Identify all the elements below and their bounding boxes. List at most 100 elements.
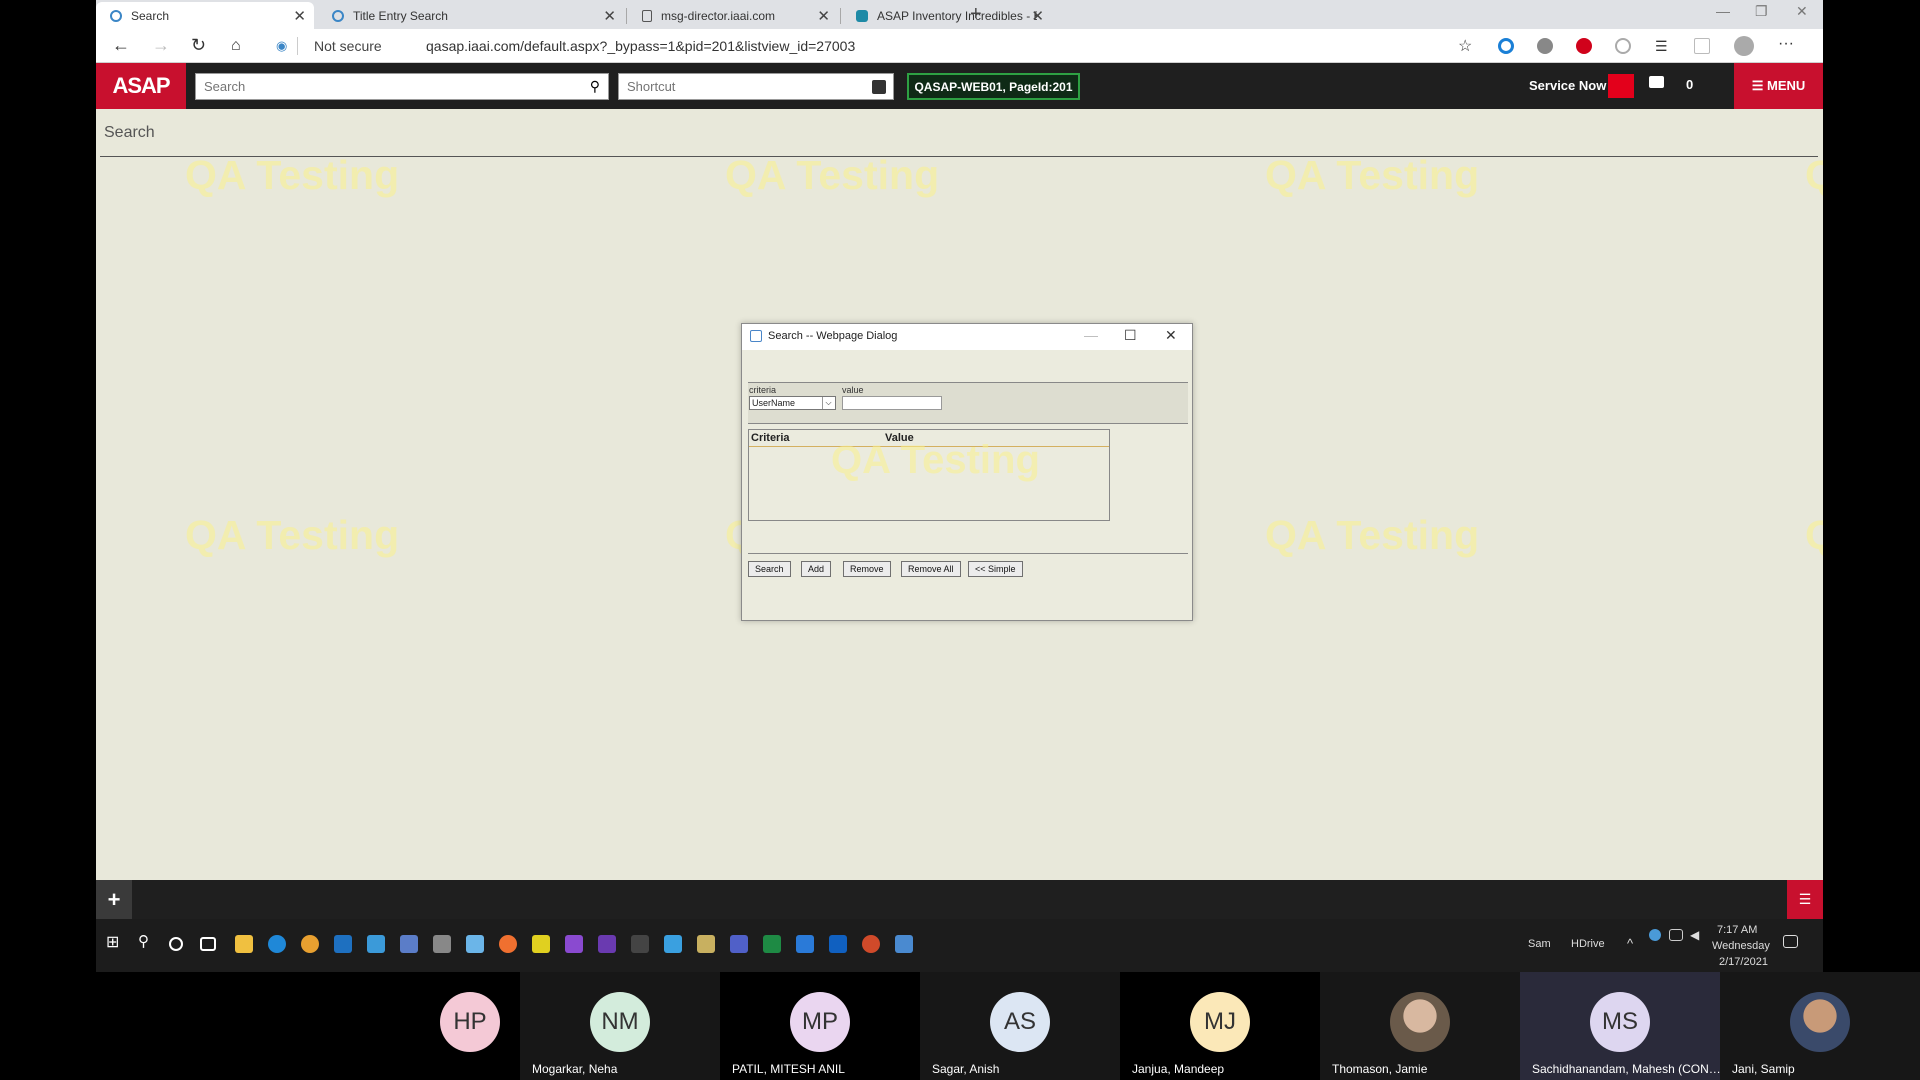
clock-date[interactable]: 2/17/2021 — [1719, 956, 1768, 968]
excel-icon[interactable] — [763, 935, 781, 953]
service-now-indicator[interactable] — [1608, 74, 1634, 98]
add-button[interactable]: Add — [801, 561, 832, 577]
search-input[interactable] — [196, 74, 496, 99]
cortana-icon[interactable] — [169, 937, 183, 951]
edge-icon[interactable] — [268, 935, 286, 953]
url-field[interactable]: qasap.iaai.com/default.aspx?_bypass=1&pi… — [426, 38, 855, 54]
tab-asap-inventory[interactable]: ASAP Inventory Incredibles - EAI ✕ — [842, 2, 1052, 29]
close-icon[interactable]: ✕ — [603, 7, 616, 25]
powerpoint-icon[interactable] — [862, 935, 880, 953]
menu-button[interactable]: ☰ MENU — [1734, 63, 1823, 109]
watermark: QA Testing — [1265, 512, 1480, 558]
participant-tile[interactable]: Jani, Samip — [1720, 972, 1920, 1080]
more-icon[interactable]: ··· — [1778, 35, 1794, 53]
chrome-icon[interactable] — [301, 935, 319, 953]
extension-icon[interactable] — [1537, 38, 1553, 54]
close-icon[interactable]: ✕ — [817, 7, 830, 25]
search-button[interactable]: Search — [748, 561, 791, 577]
screen: Search ✕ Title Entry Search ✕ msg-direct… — [0, 0, 1920, 1080]
vscode-icon[interactable] — [796, 935, 814, 953]
participant-tile[interactable]: AS Sagar, Anish — [920, 972, 1120, 1080]
tab-search[interactable]: Search ✕ — [96, 2, 314, 29]
file-explorer-icon[interactable] — [235, 935, 253, 953]
clock-day[interactable]: Wednesday — [1712, 940, 1770, 952]
remote-desktop-icon[interactable] — [895, 935, 913, 953]
adblock-icon[interactable] — [1576, 38, 1592, 54]
keyboard-icon[interactable] — [872, 80, 886, 94]
app-icon[interactable] — [664, 935, 682, 953]
browser-tab-bar: Search ✕ Title Entry Search ✕ msg-direct… — [96, 0, 1823, 29]
network-icon[interactable] — [1669, 929, 1683, 941]
tab-title-entry-search[interactable]: Title Entry Search ✕ — [318, 2, 624, 29]
outlook-icon[interactable] — [829, 935, 847, 953]
search-dialog: Search -- Webpage Dialog — ☐ ✕ criteria … — [741, 323, 1193, 621]
clock-time[interactable]: 7:17 AM — [1717, 924, 1757, 936]
home-icon[interactable]: ⌂ — [231, 37, 241, 55]
ie-mode-icon[interactable]: ◉ — [276, 38, 287, 54]
app-icon[interactable] — [697, 935, 715, 953]
service-now-label[interactable]: Service Now — [1529, 78, 1606, 93]
close-icon[interactable]: ✕ — [293, 7, 306, 25]
refresh-icon[interactable]: ↻ — [191, 35, 206, 56]
close-icon[interactable]: ✕ — [1031, 7, 1044, 25]
participant-tile[interactable]: MP PATIL, MITESH ANIL — [720, 972, 920, 1080]
list-icon[interactable]: ☰ — [1787, 880, 1823, 919]
visual-studio-icon[interactable] — [598, 935, 616, 953]
close-window-icon[interactable]: ✕ — [1796, 3, 1808, 20]
chevron-up-icon[interactable]: ^ — [1627, 936, 1633, 951]
app-icon[interactable] — [499, 935, 517, 953]
participant-tile[interactable]: MJ Janjua, Mandeep — [1120, 972, 1320, 1080]
task-view-icon[interactable] — [200, 937, 216, 951]
new-tab-button[interactable]: + — [970, 3, 982, 26]
app-icon[interactable] — [466, 935, 484, 953]
minimize-icon[interactable]: — — [1716, 3, 1730, 19]
app-icon[interactable] — [532, 935, 550, 953]
remove-button[interactable]: Remove — [843, 561, 891, 577]
chevron-down-icon[interactable]: ⌵ — [822, 397, 834, 409]
criteria-select[interactable]: UserName ⌵ — [749, 396, 836, 410]
dialog-titlebar[interactable]: Search -- Webpage Dialog — ☐ ✕ — [742, 324, 1192, 350]
app-icon[interactable] — [334, 935, 352, 953]
remove-all-button[interactable]: Remove All — [901, 561, 961, 577]
windows-taskbar: ⊞ ⚲ Sam HDrive ^ ◀ 7:17 AM Wednesday 2/1… — [96, 919, 1823, 972]
minimize-icon[interactable]: — — [1084, 327, 1098, 343]
notification-count[interactable]: 0 — [1686, 77, 1693, 92]
volume-icon[interactable]: ◀ — [1690, 928, 1704, 942]
teams-icon[interactable] — [730, 935, 748, 953]
not-secure-label[interactable]: Not secure — [314, 38, 382, 54]
value-input[interactable] — [842, 396, 942, 410]
participant-name: Janjua, Mandeep — [1132, 1062, 1225, 1076]
mail-icon[interactable] — [367, 935, 385, 953]
search-icon[interactable]: ⚲ — [590, 78, 600, 95]
toolbar-hdrive[interactable]: HDrive — [1571, 938, 1605, 950]
profile-icon[interactable] — [1734, 36, 1754, 56]
maximize-icon[interactable]: ☐ — [1124, 327, 1137, 344]
app-icon[interactable] — [400, 935, 418, 953]
notifications-icon[interactable] — [1783, 935, 1798, 948]
tab-msg-director[interactable]: msg-director.iaai.com ✕ — [628, 2, 838, 29]
chat-icon[interactable] — [1649, 76, 1664, 88]
windows-start-icon[interactable]: ⊞ — [106, 932, 124, 951]
participant-tile[interactable]: MS Sachidhanandam, Mahesh (CONTR... — [1520, 972, 1722, 1080]
simple-button[interactable]: << Simple — [968, 561, 1023, 577]
participant-tile[interactable]: NM Mogarkar, Neha — [520, 972, 720, 1080]
favorite-star-icon[interactable]: ☆ — [1458, 36, 1472, 56]
forward-icon[interactable]: → — [152, 35, 170, 56]
participant-tile[interactable]: Thomason, Jamie — [1320, 972, 1520, 1080]
collections-icon[interactable] — [1694, 38, 1710, 54]
app-icon[interactable] — [433, 935, 451, 953]
visual-studio-icon[interactable] — [565, 935, 583, 953]
history-icon[interactable] — [1615, 38, 1631, 54]
back-icon[interactable]: ← — [112, 35, 130, 56]
add-button[interactable]: + — [96, 880, 132, 919]
favorites-icon[interactable]: ☰ — [1655, 38, 1668, 55]
tray-icon[interactable] — [1649, 929, 1661, 941]
close-icon[interactable]: ✕ — [1165, 327, 1177, 344]
asap-logo[interactable]: ASAP — [96, 63, 186, 109]
app-icon[interactable] — [631, 935, 649, 953]
participant-name: Sagar, Anish — [932, 1062, 1000, 1076]
toolbar-sam[interactable]: Sam — [1528, 938, 1551, 950]
restore-icon[interactable]: ❐ — [1755, 3, 1768, 20]
search-icon[interactable]: ⚲ — [138, 932, 156, 950]
extension-icon[interactable] — [1498, 38, 1514, 54]
